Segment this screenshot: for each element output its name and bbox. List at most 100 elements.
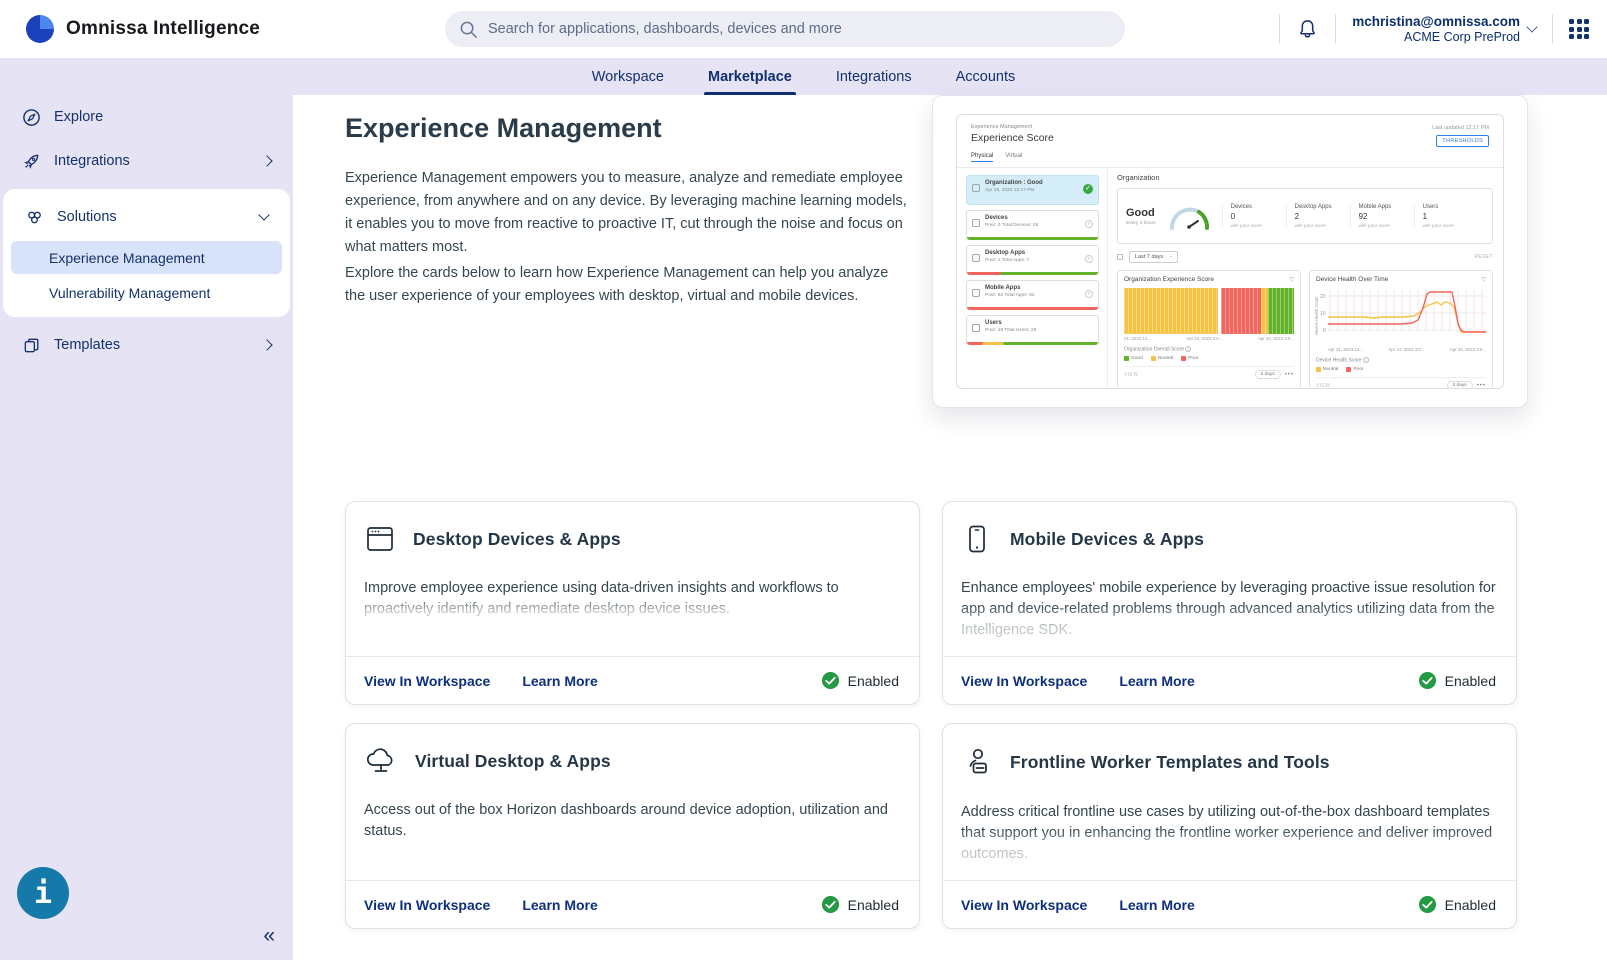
learn-more-link[interactable]: Learn More: [522, 897, 597, 913]
view-in-workspace-link[interactable]: View In Workspace: [364, 897, 490, 913]
page-title: Experience Management: [345, 113, 662, 144]
brand-name: Omnissa Intelligence: [66, 18, 260, 40]
bell-icon: [1296, 17, 1319, 41]
stat-sub: with poor score: [1231, 223, 1276, 228]
check-circle-icon: [821, 895, 840, 914]
status-badge: Enabled: [821, 671, 899, 690]
stat-devices: Devices 0 with poor score: [1222, 204, 1276, 228]
left-sidebar: Explore Integrations Solutions: [0, 95, 293, 960]
header-actions: mchristina@omnissa.com ACME Corp PreProd: [1279, 0, 1589, 58]
filter-icon: ▽: [1289, 276, 1294, 283]
brand-logo[interactable]: Omnissa Intelligence: [26, 15, 260, 43]
sidebar-item-explore[interactable]: Explore: [0, 95, 293, 139]
svg-text:10: 10: [1320, 311, 1326, 317]
sidebar-item-integrations[interactable]: Integrations: [0, 139, 293, 183]
tab-workspace[interactable]: Workspace: [590, 58, 666, 95]
x-tick: Apr 26, 2023 4:0...: [1258, 336, 1294, 341]
learn-more-link[interactable]: Learn More: [1119, 897, 1194, 913]
tab-integrations[interactable]: Integrations: [834, 58, 914, 95]
main-content: Experience Management Experience Managem…: [293, 95, 1607, 960]
stat-label: Desktop Apps: [1295, 204, 1340, 210]
gauge-icon: [1166, 201, 1212, 231]
bar-segment-neutral: [1124, 288, 1218, 334]
score-sub: Every 4 hours: [1126, 221, 1156, 226]
preview-card-title: Organization : Good: [985, 180, 1092, 186]
help-icon: ?: [1185, 346, 1191, 352]
preview-score-panel: Good Every 4 hours Devices 0 wit: [1117, 188, 1493, 244]
dashboard-preview-card: Experience Management Experience Score L…: [932, 95, 1528, 408]
preview-tab-physical: Physical: [971, 153, 993, 162]
learn-more-link[interactable]: Learn More: [1119, 673, 1194, 689]
chevron-right-icon: [261, 339, 272, 350]
x-axis-labels: Apr 21, 2023 12... Apr 24, 2023 4:0... A…: [1316, 347, 1486, 352]
preview-tab-virtual: Virtual: [1005, 153, 1022, 162]
legend-poor: Poor: [1353, 367, 1363, 372]
templates-icon: [22, 336, 41, 355]
stat-value: 2: [1295, 212, 1340, 221]
card-title: Frontline Worker Templates and Tools: [1010, 752, 1330, 773]
preview-card-title: Desktop Apps: [985, 250, 1092, 256]
chart-title: Organization Experience Score: [1124, 276, 1214, 283]
card-title: Mobile Devices & Apps: [1010, 529, 1204, 550]
experience-score-screenshot: Experience Management Experience Score L…: [956, 114, 1504, 389]
app-launcher-button[interactable]: [1569, 19, 1589, 39]
view-in-workspace-link[interactable]: View In Workspace: [364, 673, 490, 689]
preview-card-users: Users Poor: 26 Total Users: 26: [966, 315, 1099, 345]
sidebar-item-label: Explore: [54, 109, 271, 125]
device-health-chart: Device Health Over Time ▽ Device Health …: [1309, 270, 1493, 389]
range-pill: 3 days: [1255, 370, 1281, 379]
line-chart-svg: 20 10 0: [1316, 286, 1488, 340]
sidebar-item-templates[interactable]: Templates: [0, 323, 293, 367]
chart-meta: Device Health Score ?: [1316, 357, 1486, 363]
users-icon: [972, 324, 980, 332]
check-circle-icon: [821, 671, 840, 690]
sidebar-item-vulnerability-management[interactable]: Vulnerability Management: [11, 276, 282, 309]
view-label: VIEW: [1124, 372, 1138, 378]
devices-icon: [972, 219, 980, 227]
preview-divider: [1107, 167, 1108, 388]
preview-card-devices: Devices Poor: 0 Total Devices: 26 ›: [966, 210, 1099, 240]
view-label: VIEW: [1316, 383, 1330, 389]
user-org: ACME Corp PreProd: [1352, 30, 1520, 44]
x-tick: 21, 2023 12...: [1124, 336, 1151, 341]
bar-segment-good: [1268, 288, 1294, 334]
organization-icon: [972, 184, 980, 192]
notifications-button[interactable]: [1296, 17, 1319, 41]
stat-users: Users 1 with poor score: [1414, 204, 1468, 228]
stat-sub: with poor score: [1295, 223, 1340, 228]
info-button[interactable]: i: [17, 867, 69, 919]
stat-value: 0: [1231, 212, 1276, 221]
tab-marketplace[interactable]: Marketplace: [706, 58, 794, 95]
tab-accounts[interactable]: Accounts: [954, 58, 1018, 95]
view-in-workspace-link[interactable]: View In Workspace: [961, 897, 1087, 913]
preview-charts: Organization Experience Score ▽: [1117, 270, 1493, 389]
global-search[interactable]: [445, 11, 1125, 47]
search-icon: [459, 20, 478, 39]
sidebar-collapse-button[interactable]: «: [263, 924, 275, 948]
preview-card-title: Mobile Apps: [985, 285, 1092, 291]
collapse-chevrons-icon: «: [263, 924, 275, 947]
legend-poor: Poor: [1188, 356, 1198, 361]
preview-card-sub: Poor: 1 Total Apps: 7: [985, 258, 1092, 263]
reset-label: RESET: [1474, 254, 1493, 260]
sidebar-item-solutions[interactable]: Solutions: [3, 195, 290, 239]
chevron-down-icon: [1526, 21, 1537, 32]
card-virtual-desktop-apps: Virtual Desktop & Apps Access out of the…: [345, 723, 920, 929]
card-frontline-worker-templates: Frontline Worker Templates and Tools Add…: [942, 723, 1517, 929]
preview-card-mobile-apps: Mobile Apps Poor: 92 Total Apps: 92 ›: [966, 280, 1099, 310]
frontline-worker-icon: [961, 746, 993, 778]
search-input[interactable]: [488, 21, 1111, 37]
x-tick: Apr 24, 2023 4:0...: [1388, 347, 1424, 352]
card-description: Access out of the box Horizon dashboards…: [364, 800, 899, 842]
chevron-right-icon: [261, 155, 272, 166]
account-menu[interactable]: mchristina@omnissa.com ACME Corp PreProd: [1352, 14, 1536, 44]
sidebar-subitem-label: Vulnerability Management: [49, 285, 210, 301]
learn-more-link[interactable]: Learn More: [522, 673, 597, 689]
sidebar-item-experience-management[interactable]: Experience Management: [11, 241, 282, 274]
preview-thresholds-button: THRESHOLDS: [1436, 135, 1489, 147]
x-tick: Apr 21, 2023 12...: [1328, 347, 1363, 352]
card-title: Virtual Desktop & Apps: [415, 751, 611, 772]
preview-entity-list: Organization : Good Apr 26, 2023 12:17 P…: [966, 175, 1099, 345]
view-in-workspace-link[interactable]: View In Workspace: [961, 673, 1087, 689]
preview-section-title: Organization: [1117, 173, 1493, 182]
